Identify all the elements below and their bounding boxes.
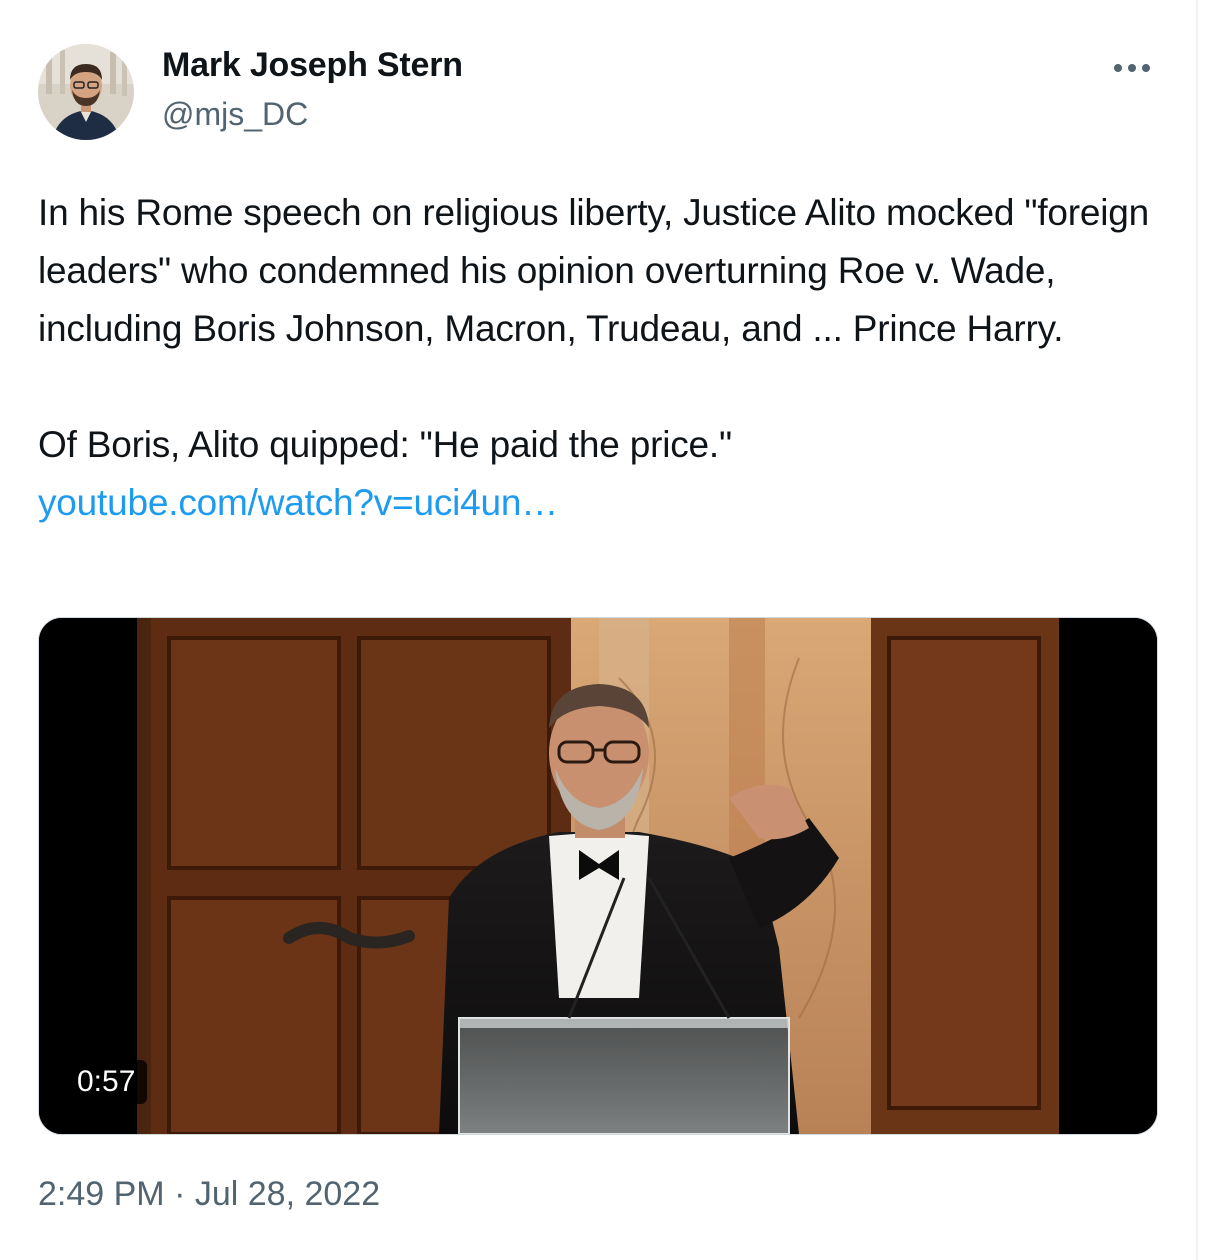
- timestamp-separator: ·: [174, 1175, 186, 1213]
- tweet-text-paragraph: In his Rome speech on religious liberty,…: [38, 192, 1150, 349]
- tweet-link[interactable]: youtube.com/watch?v=uci4un…: [38, 482, 558, 523]
- more-button[interactable]: [1108, 52, 1156, 84]
- avatar[interactable]: [38, 44, 134, 140]
- tweet-date[interactable]: Jul 28, 2022: [195, 1175, 380, 1213]
- column-divider: [1196, 0, 1198, 1260]
- tweet-card: Mark Joseph Stern @mjs_DC In his Rome sp…: [0, 0, 1196, 1260]
- video-frame: [39, 618, 1157, 1134]
- tweet-time[interactable]: 2:49 PM: [38, 1175, 165, 1213]
- video-duration-badge: 0:57: [65, 1060, 148, 1104]
- tweet-text: In his Rome speech on religious liberty,…: [38, 184, 1168, 532]
- tweet-text-paragraph: Of Boris, Alito quipped: "He paid the pr…: [38, 424, 732, 465]
- more-horizontal-icon: [1114, 64, 1150, 72]
- author-handle[interactable]: @mjs_DC: [162, 96, 308, 133]
- video-player[interactable]: 0:57: [38, 617, 1158, 1135]
- tweet-timestamp: 2:49 PM · Jul 28, 2022: [38, 1175, 380, 1214]
- author-name[interactable]: Mark Joseph Stern: [162, 46, 463, 85]
